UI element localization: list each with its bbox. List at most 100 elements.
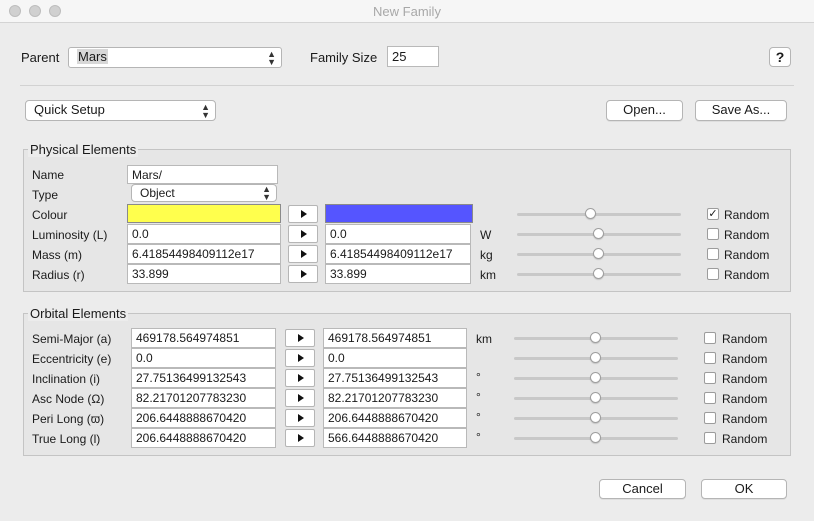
type-select-value: Object xyxy=(140,186,175,200)
radius-random-checkbox[interactable] xyxy=(707,268,719,280)
peri-long-label: Peri Long (ϖ) xyxy=(32,412,105,426)
true-long-random-label: Random xyxy=(722,432,768,446)
copy-luminosity-button[interactable] xyxy=(288,225,318,243)
asc-node-random-label: Random xyxy=(722,392,768,406)
copy-radius-button[interactable] xyxy=(288,265,318,283)
inclination-random-label: Random xyxy=(722,372,768,386)
type-select[interactable]: Object ▲ ▼ xyxy=(131,184,277,202)
luminosity-random-checkbox[interactable] xyxy=(707,228,719,240)
radius-unit: km xyxy=(480,268,496,282)
quick-setup-select[interactable]: Quick Setup ▲ ▼ xyxy=(25,100,216,121)
peri-long-slider[interactable] xyxy=(514,411,678,425)
semi-major-random-checkbox[interactable] xyxy=(704,332,716,344)
slider-knob[interactable] xyxy=(590,392,601,403)
copy-colour-button[interactable] xyxy=(288,205,318,223)
radius-to-input[interactable] xyxy=(325,264,471,284)
luminosity-slider[interactable] xyxy=(517,227,681,241)
save-as-button[interactable]: Save As... xyxy=(695,100,787,121)
parent-label: Parent xyxy=(21,50,60,65)
eccentricity-label: Eccentricity (e) xyxy=(32,352,112,366)
eccentricity-random-checkbox[interactable] xyxy=(704,352,716,364)
copy-peri-long-button[interactable] xyxy=(285,409,315,427)
semi-major-to-input[interactable] xyxy=(323,328,467,348)
separator xyxy=(20,85,794,86)
eccentricity-random-label: Random xyxy=(722,352,768,366)
copy-inclination-button[interactable] xyxy=(285,369,315,387)
copy-eccentricity-button[interactable] xyxy=(285,349,315,367)
eccentricity-from-input[interactable] xyxy=(131,348,276,368)
slider-knob[interactable] xyxy=(590,432,601,443)
open-button[interactable]: Open... xyxy=(606,100,683,121)
true-long-unit: ° xyxy=(476,430,481,444)
inclination-to-input[interactable] xyxy=(323,368,467,388)
peri-long-to-input[interactable] xyxy=(323,408,467,428)
mass-random-checkbox[interactable] xyxy=(707,248,719,260)
slider-knob[interactable] xyxy=(593,268,604,279)
true-long-slider[interactable] xyxy=(514,431,678,445)
semi-major-from-input[interactable] xyxy=(131,328,276,348)
slider-knob[interactable] xyxy=(584,208,596,219)
copy-asc-node-button[interactable] xyxy=(285,389,315,407)
colour-random-checkbox[interactable]: ✓ xyxy=(707,208,719,220)
true-long-random-checkbox[interactable] xyxy=(704,432,716,444)
slider-knob[interactable] xyxy=(590,412,601,423)
inclination-from-input[interactable] xyxy=(131,368,276,388)
semi-major-unit: km xyxy=(476,332,492,346)
asc-node-from-input[interactable] xyxy=(131,388,276,408)
slider-track xyxy=(517,213,681,216)
slider-knob[interactable] xyxy=(590,372,601,383)
true-long-to-input[interactable] xyxy=(323,428,467,448)
peri-long-from-input[interactable] xyxy=(131,408,276,428)
true-long-from-input[interactable] xyxy=(131,428,276,448)
slider-knob[interactable] xyxy=(593,228,604,239)
peri-long-random-checkbox[interactable] xyxy=(704,412,716,424)
slider-knob[interactable] xyxy=(593,248,604,259)
ok-button[interactable]: OK xyxy=(701,479,787,499)
name-label: Name xyxy=(32,168,65,182)
mass-to-input[interactable] xyxy=(325,244,471,264)
family-size-input[interactable] xyxy=(387,46,439,67)
help-button[interactable]: ? xyxy=(769,47,791,67)
inclination-label: Inclination (i) xyxy=(32,372,101,386)
quick-setup-value: Quick Setup xyxy=(34,102,105,117)
colour-slider[interactable] xyxy=(517,207,681,221)
name-input[interactable] xyxy=(127,165,278,184)
updown-chevron-icon: ▲ ▼ xyxy=(201,101,210,120)
orbital-elements-title: Orbital Elements xyxy=(28,306,129,321)
mass-slider[interactable] xyxy=(517,247,681,261)
physical-elements-title: Physical Elements xyxy=(28,142,139,157)
luminosity-random-label: Random xyxy=(724,228,770,242)
title-bar: New Family xyxy=(0,0,814,23)
luminosity-from-input[interactable] xyxy=(127,224,281,244)
radius-random-label: Random xyxy=(724,268,770,282)
updown-chevron-icon: ▲ ▼ xyxy=(267,48,276,67)
luminosity-to-input[interactable] xyxy=(325,224,471,244)
asc-node-random-checkbox[interactable] xyxy=(704,392,716,404)
mass-from-input[interactable] xyxy=(127,244,281,264)
asc-node-label: Asc Node (Ω) xyxy=(32,392,105,406)
parent-select[interactable]: Mars ▲ ▼ xyxy=(68,47,282,68)
semi-major-slider[interactable] xyxy=(514,331,678,345)
slider-knob[interactable] xyxy=(590,352,601,363)
colour-from-swatch[interactable] xyxy=(127,204,281,223)
family-size-label: Family Size xyxy=(310,50,378,65)
copy-mass-button[interactable] xyxy=(288,245,318,263)
eccentricity-slider[interactable] xyxy=(514,351,678,365)
inclination-slider[interactable] xyxy=(514,371,678,385)
colour-random-label: Random xyxy=(724,208,770,222)
asc-node-to-input[interactable] xyxy=(323,388,467,408)
copy-true-long-button[interactable] xyxy=(285,429,315,447)
radius-slider[interactable] xyxy=(517,267,681,281)
inclination-random-checkbox[interactable] xyxy=(704,372,716,384)
radius-from-input[interactable] xyxy=(127,264,281,284)
asc-node-slider[interactable] xyxy=(514,391,678,405)
asc-node-unit: ° xyxy=(476,390,481,404)
eccentricity-to-input[interactable] xyxy=(323,348,467,368)
copy-semi-major-button[interactable] xyxy=(285,329,315,347)
window-title: New Family xyxy=(373,4,441,19)
peri-long-unit: ° xyxy=(476,410,481,424)
slider-knob[interactable] xyxy=(590,332,601,343)
mass-random-label: Random xyxy=(724,248,770,262)
colour-to-swatch[interactable] xyxy=(325,204,473,223)
cancel-button[interactable]: Cancel xyxy=(599,479,686,499)
